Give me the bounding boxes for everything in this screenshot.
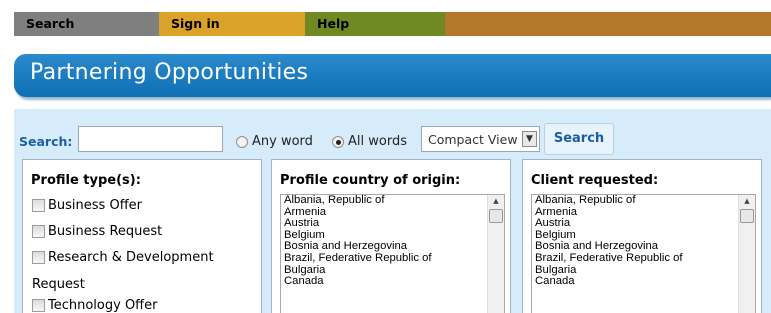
checkbox-label-wrap-request: Request [32, 277, 85, 292]
checkbox-row-business-request[interactable]: Business Request [32, 224, 162, 239]
list-item[interactable]: Brazil, Federative Republic of [281, 252, 504, 265]
country-of-origin-title: Profile country of origin: [280, 173, 461, 188]
checkbox-label-research-development: Research & Development [48, 250, 214, 265]
search-row: Search: Any word All words Compact View … [14, 109, 771, 159]
radio-any-word-label: Any word [252, 134, 313, 149]
top-navigation: Search Sign in Help [14, 12, 771, 36]
client-requested-listbox[interactable]: Albania, Republic of Armenia Austria Bel… [531, 194, 756, 313]
view-mode-value: Compact View [428, 132, 518, 147]
nav-filler-bar [445, 12, 771, 36]
profile-types-box: Profile type(s): Business Offer Business… [22, 159, 262, 313]
radio-all-words[interactable]: All words [332, 134, 407, 149]
scroll-up-arrow-icon[interactable]: ▲ [490, 197, 502, 207]
client-requested-box: Client requested: Albania, Republic of A… [522, 159, 762, 313]
country-of-origin-listbox[interactable]: Albania, Republic of Armenia Austria Bel… [280, 194, 505, 313]
page-title: Partnering Opportunities [30, 60, 309, 85]
page-banner: Partnering Opportunities [14, 54, 771, 97]
radio-all-words-dot[interactable] [332, 135, 344, 148]
checkbox-business-offer[interactable] [32, 199, 45, 212]
checkbox-row-research-development[interactable]: Research & Development [32, 250, 214, 265]
checkbox-label-technology-offer: Technology Offer [48, 298, 158, 313]
country-of-origin-box: Profile country of origin: Albania, Repu… [271, 159, 511, 313]
chevron-down-icon[interactable]: ▼ [522, 131, 537, 147]
list-item[interactable]: Albania, Republic of [281, 195, 504, 207]
nav-tab-sign-in[interactable]: Sign in [159, 12, 305, 36]
nav-tab-help[interactable]: Help [305, 12, 445, 36]
list-item[interactable]: Albania, Republic of [532, 195, 755, 207]
radio-any-word-dot[interactable] [236, 135, 248, 148]
list-item[interactable]: Canada [281, 276, 504, 288]
checkbox-label-business-offer: Business Offer [48, 198, 142, 213]
country-listbox-scrollbar[interactable]: ▲ [487, 195, 504, 313]
checkbox-research-development[interactable] [32, 251, 45, 264]
list-item[interactable]: Brazil, Federative Republic of [532, 252, 755, 265]
radio-all-words-label: All words [348, 134, 407, 149]
checkbox-technology-offer[interactable] [32, 299, 45, 312]
search-panel: Search: Any word All words Compact View … [14, 109, 771, 313]
checkbox-business-request[interactable] [32, 225, 45, 238]
scroll-thumb[interactable] [489, 209, 503, 223]
checkbox-label-business-request: Business Request [48, 224, 163, 239]
search-button[interactable]: Search [544, 123, 614, 155]
scroll-up-arrow-icon[interactable]: ▲ [741, 197, 753, 207]
client-listbox-scrollbar[interactable]: ▲ [738, 195, 755, 313]
scroll-thumb[interactable] [740, 209, 754, 223]
list-item[interactable]: Canada [532, 276, 755, 288]
checkbox-row-business-offer[interactable]: Business Offer [32, 198, 142, 213]
checkbox-row-technology-offer[interactable]: Technology Offer [32, 298, 157, 313]
view-mode-select[interactable]: Compact View ▼ [421, 126, 540, 152]
radio-any-word[interactable]: Any word [236, 134, 313, 149]
search-input[interactable] [78, 126, 223, 152]
client-requested-title: Client requested: [531, 173, 659, 188]
nav-tab-search[interactable]: Search [14, 12, 159, 36]
search-label: Search: [19, 134, 73, 149]
profile-types-title: Profile type(s): [31, 173, 141, 188]
